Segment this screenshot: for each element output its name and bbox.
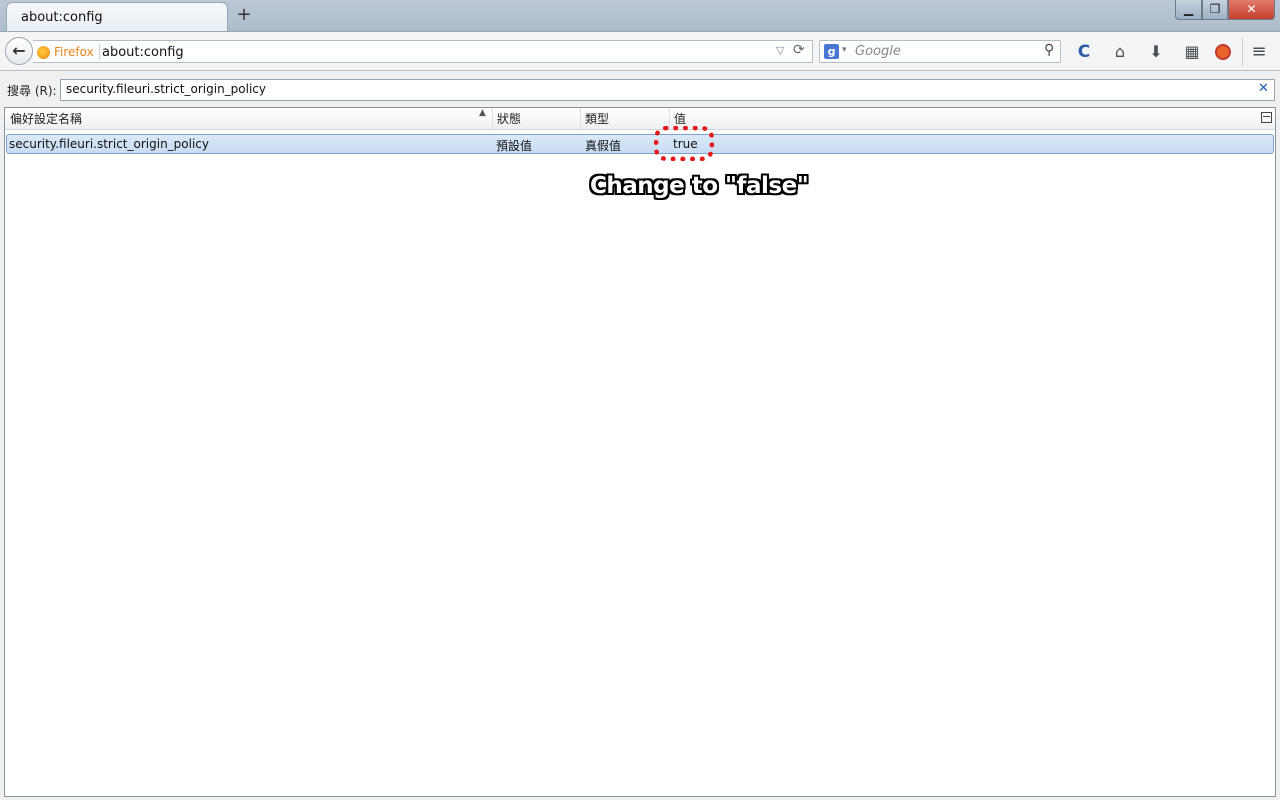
home-icon[interactable]: ⌂ (1108, 40, 1132, 64)
filter-search-input[interactable]: security.fileuri.strict_origin_policy (60, 79, 1275, 101)
minimize-button[interactable]: ▁ (1175, 0, 1202, 20)
tab-strip: about:config + ▁ ❐ ✕ (0, 0, 1280, 33)
tab-title: about:config (21, 10, 103, 25)
search-bar[interactable]: g ▾ Google ⚲ (819, 40, 1061, 63)
tree-header: 偏好設定名稱 ▲ 狀態 類型 值 (5, 108, 1275, 130)
menu-icon[interactable]: ≡ (1247, 40, 1271, 64)
url-bar[interactable]: Firefox about:config ▽ ⟳ (33, 40, 813, 63)
block-addon-icon[interactable] (1211, 40, 1235, 64)
column-picker-icon[interactable] (1261, 112, 1272, 123)
column-header-name[interactable]: 偏好設定名稱 (5, 108, 493, 130)
download-icon[interactable]: ⬇ (1144, 40, 1168, 64)
close-window-button[interactable]: ✕ (1228, 0, 1275, 20)
toolbar-separator (1242, 38, 1243, 66)
column-header-value[interactable]: 值 (670, 108, 1260, 130)
column-header-status[interactable]: 狀態 (493, 108, 581, 130)
pref-type-cell: 真假值 (585, 139, 622, 153)
search-placeholder[interactable]: Google (855, 44, 901, 59)
tab-about-config[interactable]: about:config (6, 2, 228, 33)
apps-icon[interactable]: ▦ (1180, 40, 1204, 64)
addon-c-icon[interactable]: C (1072, 40, 1096, 64)
site-identity[interactable]: Firefox (37, 44, 100, 60)
search-go-icon[interactable]: ⚲ (1044, 42, 1054, 58)
preferences-tree[interactable]: 偏好設定名稱 ▲ 狀態 類型 值 security.fileuri.strict… (4, 107, 1276, 797)
maximize-button[interactable]: ❐ (1202, 0, 1228, 20)
reload-icon[interactable]: ⟳ (793, 42, 805, 58)
filter-label: 搜尋 (R): (7, 84, 57, 98)
pref-name-cell: security.fileuri.strict_origin_policy (9, 137, 209, 151)
value-highlight-circle (654, 126, 714, 161)
nav-toolbar: ← Firefox about:config ▽ ⟳ g ▾ Google ⚲ … (0, 31, 1280, 70)
column-header-type[interactable]: 類型 (581, 108, 670, 130)
new-tab-button[interactable]: + (234, 4, 254, 26)
clear-filter-icon[interactable]: ✕ (1258, 81, 1269, 96)
url-dropdown-icon[interactable]: ▽ (776, 44, 784, 57)
url-text[interactable]: about:config (102, 45, 184, 60)
back-button[interactable]: ← (5, 37, 33, 65)
sort-ascending-icon: ▲ (479, 108, 486, 118)
pref-status-cell: 預設值 (496, 139, 533, 153)
search-engine-dropdown-icon[interactable]: ▾ (842, 45, 847, 55)
firefox-icon (37, 45, 50, 59)
table-row[interactable]: security.fileuri.strict_origin_policy 預設… (6, 134, 1274, 154)
google-icon[interactable]: g (824, 44, 839, 59)
identity-label: Firefox (54, 45, 94, 59)
instruction-annotation: Change to "false" (590, 173, 809, 199)
